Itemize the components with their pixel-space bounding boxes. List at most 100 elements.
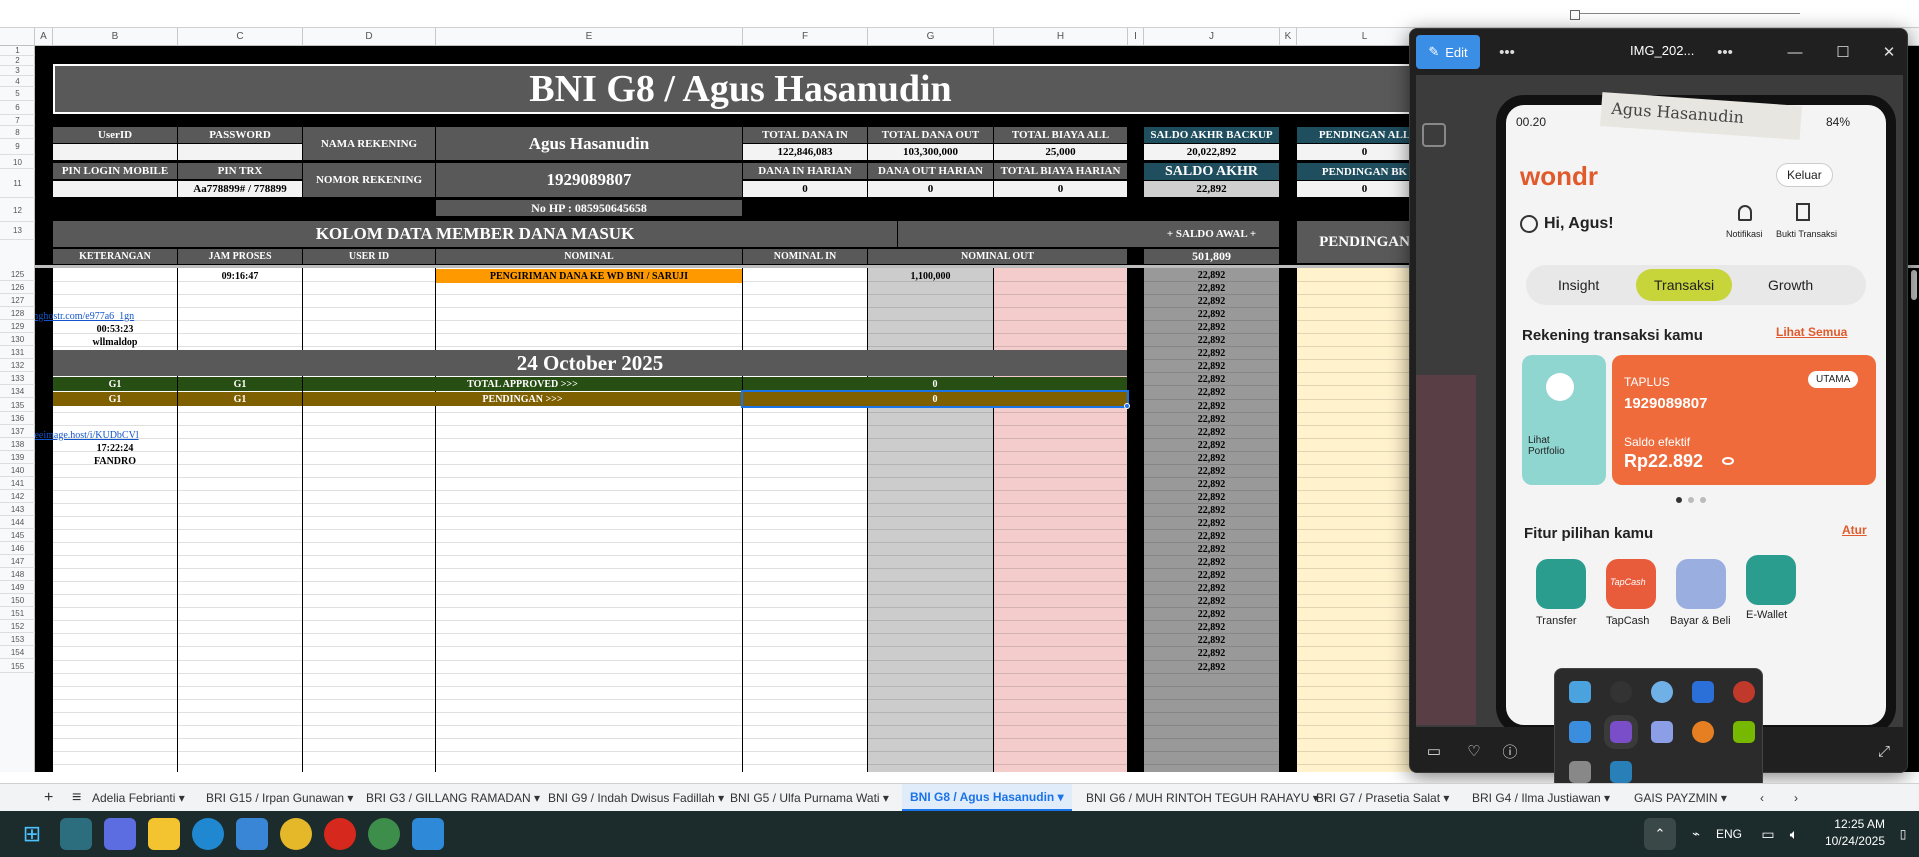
tray-app-icon[interactable] bbox=[1733, 681, 1755, 703]
saldo-awal-value[interactable]: 501,809 bbox=[1144, 249, 1279, 264]
saldo-cell[interactable]: 22,892 bbox=[1144, 321, 1279, 334]
tray-app-icon[interactable] bbox=[1569, 721, 1591, 743]
row-header[interactable]: 136 bbox=[0, 412, 35, 425]
saldo-cell[interactable]: 22,892 bbox=[1144, 504, 1279, 517]
column-header[interactable]: C bbox=[178, 28, 303, 46]
tray-app-icon[interactable] bbox=[1692, 681, 1714, 703]
file-explorer-icon[interactable] bbox=[148, 818, 180, 850]
saldo-cell[interactable]: 22,892 bbox=[1144, 465, 1279, 478]
column-header[interactable]: B bbox=[53, 28, 178, 46]
tray-app-icon[interactable] bbox=[1733, 721, 1755, 743]
saldo-cell[interactable]: 22,892 bbox=[1144, 386, 1279, 399]
saldo-cell[interactable]: 22,892 bbox=[1144, 647, 1279, 660]
scroll-left-icon[interactable]: ‹ bbox=[1752, 784, 1772, 812]
dana-in-harian-value[interactable]: 0 bbox=[743, 181, 867, 197]
row-header[interactable]: 141 bbox=[0, 477, 35, 490]
saldo-cell[interactable]: 22,892 bbox=[1144, 491, 1279, 504]
m365-icon[interactable] bbox=[104, 818, 136, 850]
maximize-icon[interactable]: ☐ bbox=[1828, 37, 1858, 67]
vertical-scrollbar[interactable] bbox=[1911, 270, 1917, 300]
language-indicator[interactable]: ENG bbox=[1716, 827, 1742, 841]
row-header[interactable]: 133 bbox=[0, 372, 35, 386]
dana-out-harian-value[interactable]: 0 bbox=[868, 181, 993, 197]
tray-app-icon[interactable] bbox=[1604, 715, 1638, 749]
row-header[interactable]: 143 bbox=[0, 503, 35, 516]
row-header[interactable]: 4 bbox=[0, 77, 35, 87]
saldo-cell[interactable]: 22,892 bbox=[1144, 634, 1279, 647]
select-all-corner[interactable] bbox=[0, 28, 35, 46]
jam-proses-cell[interactable]: 09:16:47 bbox=[178, 269, 302, 283]
row-header[interactable]: 12 bbox=[0, 199, 35, 222]
column-header[interactable]: D bbox=[303, 28, 436, 46]
saldo-cell[interactable]: 22,892 bbox=[1144, 347, 1279, 360]
row-header[interactable]: 10 bbox=[0, 156, 35, 169]
minimize-icon[interactable]: — bbox=[1780, 37, 1810, 67]
saldo-cell[interactable]: 22,892 bbox=[1144, 452, 1279, 465]
name-cell[interactable]: wllmaldop bbox=[53, 336, 177, 349]
total-in-value[interactable]: 122,846,083 bbox=[743, 144, 867, 160]
total-approved-value[interactable]: 0 bbox=[743, 377, 1127, 391]
row-header[interactable]: 2 bbox=[0, 56, 35, 66]
total-out-value[interactable]: 103,300,000 bbox=[868, 144, 993, 160]
saldo-cell[interactable]: 22,892 bbox=[1144, 360, 1279, 373]
column-header[interactable]: H bbox=[994, 28, 1128, 46]
saldo-akhr-value[interactable]: 22,892 bbox=[1144, 181, 1279, 197]
row-header[interactable]: 149 bbox=[0, 581, 35, 595]
sheet-tab[interactable]: GAIS PAYZMIN ▾ bbox=[1626, 784, 1735, 812]
image-link[interactable]: https://imghostr.com/e977a6_1gn bbox=[35, 309, 230, 323]
userid-value[interactable] bbox=[53, 144, 177, 160]
password-value[interactable] bbox=[178, 144, 302, 160]
name-cell[interactable]: FANDRO bbox=[53, 455, 177, 468]
column-header[interactable]: J bbox=[1144, 28, 1280, 46]
row-header[interactable]: 132 bbox=[0, 359, 35, 373]
column-header[interactable]: A bbox=[35, 28, 53, 46]
pin-trx-value[interactable]: Aa778899# / 778899 bbox=[178, 181, 302, 197]
windows-start-icon[interactable]: ⊞ bbox=[16, 818, 48, 850]
row-header[interactable]: 128 bbox=[0, 307, 35, 321]
row-header[interactable]: 9 bbox=[0, 139, 35, 155]
row-header[interactable]: 151 bbox=[0, 607, 35, 621]
sheet-tab[interactable]: BRI G7 / Prasetia Salat ▾ bbox=[1308, 784, 1457, 812]
saldo-cell[interactable]: 22,892 bbox=[1144, 543, 1279, 556]
row-header[interactable]: 134 bbox=[0, 385, 35, 399]
row-header[interactable]: 6 bbox=[0, 101, 35, 115]
row-header[interactable]: 135 bbox=[0, 399, 35, 412]
tray-app-icon[interactable] bbox=[1651, 721, 1673, 743]
photos-viewer-window[interactable]: ✎ Edit ••• IMG_202... ••• — ☐ ✕ 00.20 84… bbox=[1409, 28, 1908, 773]
edge-icon[interactable] bbox=[192, 818, 224, 850]
volume-icon[interactable]: 🔈︎ bbox=[1778, 818, 1810, 850]
copilot-icon[interactable] bbox=[60, 818, 92, 850]
sheet-tab[interactable]: BNI G6 / MUH RINTOH TEGUH RAHAYU ▾ bbox=[1078, 784, 1327, 812]
sheet-tab[interactable]: Adelia Febrianti ▾ bbox=[84, 784, 193, 812]
row-header[interactable]: 1 bbox=[0, 46, 35, 56]
row-header[interactable]: 145 bbox=[0, 529, 35, 542]
system-clock[interactable]: 12:25 AM 10/24/2025 bbox=[1825, 816, 1885, 850]
photo-canvas[interactable]: 00.20 84% Agus Hasanudin wondr Keluar Hi… bbox=[1416, 75, 1903, 727]
saldo-cell[interactable]: 22,892 bbox=[1144, 334, 1279, 347]
column-header[interactable]: E bbox=[436, 28, 743, 46]
time-cell[interactable]: 00:53:23 bbox=[53, 323, 177, 336]
row-header[interactable]: 146 bbox=[0, 542, 35, 556]
slider-handle[interactable] bbox=[1570, 10, 1580, 20]
row-header[interactable]: 131 bbox=[0, 346, 35, 360]
sheet-tab[interactable]: BNI G5 / Ulfa Purnama Wati ▾ bbox=[722, 784, 897, 812]
column-header[interactable]: I bbox=[1128, 28, 1144, 46]
store-icon[interactable] bbox=[236, 818, 268, 850]
row-header[interactable]: 148 bbox=[0, 568, 35, 582]
row-header[interactable]: 8 bbox=[0, 126, 35, 139]
row-header[interactable]: 3 bbox=[0, 66, 35, 76]
sheet-tab[interactable]: BRI G4 / Ilma Justiawan ▾ bbox=[1464, 784, 1618, 812]
saldo-cell[interactable]: 22,892 bbox=[1144, 400, 1279, 413]
column-header[interactable]: F bbox=[743, 28, 868, 46]
row-header[interactable]: 13 bbox=[0, 222, 35, 240]
chrome-icon[interactable] bbox=[280, 818, 312, 850]
saldo-cell[interactable]: 22,892 bbox=[1144, 530, 1279, 543]
g1-cell[interactable]: G1 bbox=[53, 377, 177, 391]
row-header[interactable]: 142 bbox=[0, 490, 35, 503]
saldo-cell[interactable]: 22,892 bbox=[1144, 621, 1279, 634]
tray-app-icon[interactable] bbox=[1651, 681, 1673, 703]
row-header[interactable]: 154 bbox=[0, 646, 35, 660]
saldo-cell[interactable]: 22,892 bbox=[1144, 269, 1279, 282]
column-header[interactable]: G bbox=[868, 28, 994, 46]
image-link[interactable]: https://freeimage.host/i/KUDbCVl bbox=[35, 428, 230, 442]
